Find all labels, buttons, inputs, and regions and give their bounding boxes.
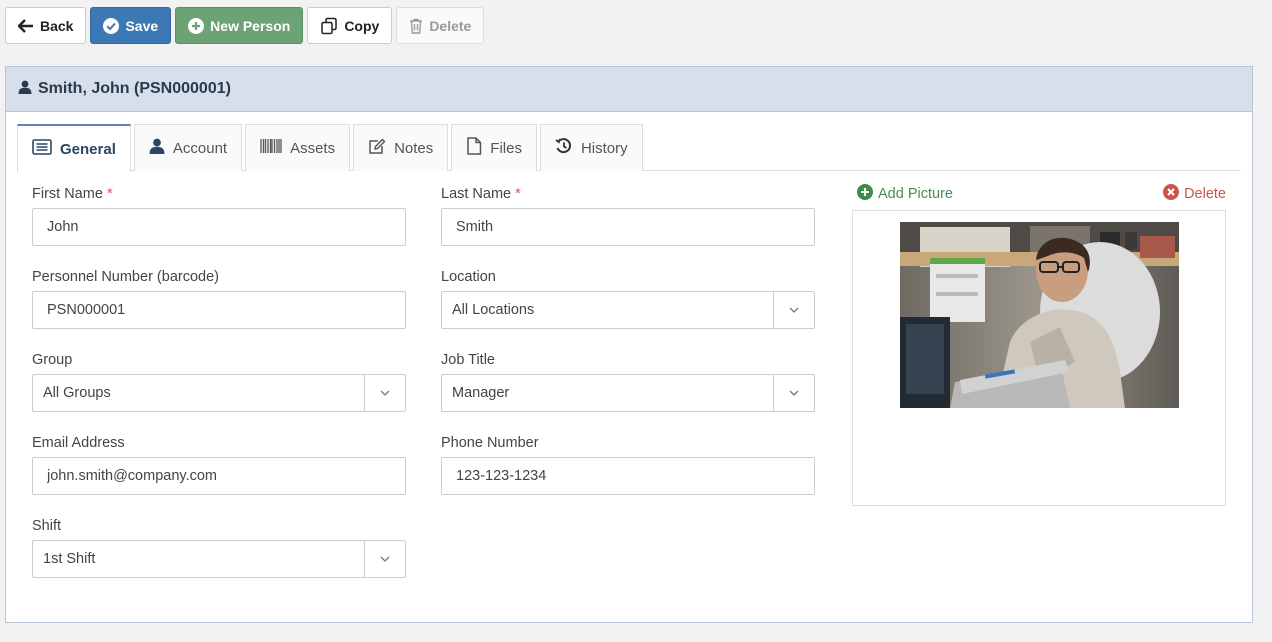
plus-circle-icon — [188, 17, 205, 34]
tab-files[interactable]: Files — [451, 124, 537, 171]
last-name-field: Last Name * — [441, 184, 815, 246]
barcode-icon — [260, 138, 282, 158]
chevron-down-icon[interactable] — [773, 292, 814, 328]
group-value: All Groups — [43, 385, 111, 401]
panel-header: Smith, John (PSN000001) — [6, 67, 1252, 112]
save-button[interactable]: Save — [90, 7, 172, 44]
check-circle-icon — [103, 17, 120, 34]
chevron-down-icon[interactable] — [364, 541, 405, 577]
required-marker: * — [515, 186, 521, 202]
tab-label: Account — [172, 139, 228, 157]
shift-value: 1st Shift — [43, 551, 96, 567]
chevron-down-icon[interactable] — [364, 375, 405, 411]
job-title-select[interactable]: Manager — [441, 374, 815, 412]
file-icon — [466, 137, 482, 159]
first-name-field: First Name * — [32, 184, 406, 246]
new-person-label: New Person — [210, 17, 291, 34]
first-name-input[interactable] — [32, 208, 406, 246]
plus-circle-icon — [857, 184, 873, 204]
back-button[interactable]: Back — [5, 7, 87, 44]
last-name-label: Last Name — [441, 186, 512, 202]
close-circle-icon — [1163, 184, 1180, 204]
profile-photo — [900, 222, 1179, 408]
shift-label: Shift — [32, 518, 62, 534]
job-title-label: Job Title — [441, 352, 495, 368]
tab-bar: General Account Assets Notes Files Histo… — [17, 124, 1241, 172]
copy-label: Copy — [344, 17, 380, 34]
user-icon — [149, 138, 165, 158]
delete-button[interactable]: Delete — [396, 7, 485, 44]
chevron-down-icon[interactable] — [773, 375, 814, 411]
required-marker: * — [106, 186, 113, 202]
new-person-button[interactable]: New Person — [175, 7, 304, 44]
last-name-input[interactable] — [441, 208, 815, 246]
email-label: Email Address — [32, 435, 125, 451]
first-name-label: First Name — [32, 186, 103, 202]
history-icon — [555, 138, 573, 158]
copy-icon — [320, 17, 338, 35]
list-icon — [32, 139, 52, 159]
add-picture-label: Add Picture — [878, 186, 953, 202]
delete-label: Delete — [429, 17, 472, 34]
personnel-number-label: Personnel Number (barcode) — [32, 269, 219, 285]
personnel-number-input[interactable] — [32, 291, 406, 329]
job-title-value: Manager — [452, 385, 510, 401]
group-field: Group All Groups — [32, 350, 406, 412]
location-field: Location All Locations — [441, 267, 815, 329]
arrow-left-icon — [18, 18, 34, 33]
location-select[interactable]: All Locations — [441, 291, 815, 329]
tab-general[interactable]: General — [17, 124, 131, 172]
back-label: Back — [40, 17, 74, 34]
email-field: Email Address — [32, 433, 406, 495]
personnel-number-field: Personnel Number (barcode) — [32, 267, 406, 329]
toolbar: Back Save New Person Copy Delete — [5, 7, 485, 44]
save-label: Save — [125, 17, 159, 34]
trash-icon — [409, 18, 423, 34]
add-picture-button[interactable]: Add Picture — [857, 184, 953, 204]
location-value: All Locations — [452, 302, 535, 318]
tab-label: Notes — [394, 139, 434, 157]
phone-input[interactable] — [441, 457, 815, 495]
picture-actions: Add Picture Delete — [857, 184, 1226, 204]
phone-label: Phone Number — [441, 435, 539, 451]
location-label: Location — [441, 269, 496, 285]
edit-icon — [368, 138, 386, 158]
job-title-field: Job Title Manager — [441, 350, 815, 412]
user-icon — [18, 80, 32, 99]
tab-account[interactable]: Account — [133, 124, 243, 171]
tab-label: Files — [490, 139, 522, 157]
person-panel: Smith, John (PSN000001) General Account … — [5, 66, 1253, 623]
copy-button[interactable]: Copy — [307, 7, 393, 44]
phone-field: Phone Number — [441, 433, 815, 495]
tab-history[interactable]: History — [539, 124, 643, 171]
shift-field: Shift 1st Shift — [32, 516, 406, 578]
email-input[interactable] — [32, 457, 406, 495]
tab-label: History — [580, 139, 628, 157]
tab-label: General — [60, 140, 116, 158]
group-select[interactable]: All Groups — [32, 374, 406, 412]
picture-container — [852, 210, 1226, 506]
tab-label: Assets — [290, 139, 336, 157]
delete-picture-label: Delete — [1184, 186, 1226, 202]
shift-select[interactable]: 1st Shift — [32, 540, 406, 578]
tab-assets[interactable]: Assets — [245, 124, 351, 171]
group-label: Group — [32, 352, 73, 368]
tab-notes[interactable]: Notes — [353, 124, 449, 171]
page-title: Smith, John (PSN000001) — [38, 80, 231, 97]
delete-picture-button[interactable]: Delete — [1163, 184, 1226, 204]
